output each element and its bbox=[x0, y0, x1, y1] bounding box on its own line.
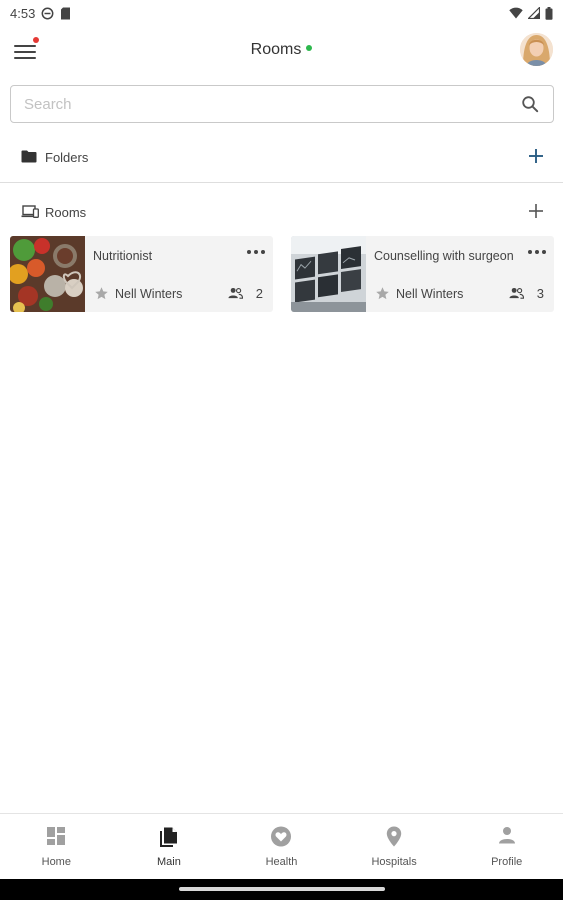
nav-item-home[interactable]: Home bbox=[0, 814, 113, 879]
nav-item-hospitals[interactable]: Hospitals bbox=[338, 814, 451, 879]
avatar[interactable] bbox=[520, 33, 553, 66]
room-thumbnail bbox=[10, 236, 85, 312]
room-owner: Nell Winters bbox=[396, 287, 464, 301]
room-title: Nutritionist bbox=[93, 249, 153, 263]
wifi-icon bbox=[509, 7, 523, 19]
nav-item-profile[interactable]: Profile bbox=[450, 814, 563, 879]
bottom-navigation: Home Main Health Hospitals Profile bbox=[0, 813, 563, 879]
room-card[interactable]: Nutritionist Nell Winters 2 bbox=[10, 236, 273, 312]
member-count: 3 bbox=[536, 286, 544, 301]
nav-label-profile: Profile bbox=[491, 856, 523, 868]
person-icon bbox=[498, 827, 515, 844]
nav-label-main: Main bbox=[156, 856, 181, 868]
dashboard-icon bbox=[47, 827, 66, 845]
avatar-image bbox=[520, 33, 553, 66]
room-card[interactable]: Counselling with surgeon Nell Winters 3 bbox=[291, 236, 554, 312]
more-options-icon[interactable] bbox=[526, 245, 548, 259]
nav-label-health: Health bbox=[265, 856, 298, 868]
room-thumbnail bbox=[291, 236, 366, 312]
star-icon[interactable] bbox=[375, 286, 390, 301]
folder-icon bbox=[21, 150, 37, 163]
folders-label: Folders bbox=[45, 150, 89, 165]
status-bar: 4:53 bbox=[0, 0, 563, 26]
room-title: Counselling with surgeon bbox=[374, 249, 514, 263]
dnd-icon bbox=[41, 7, 54, 19]
nav-label-home: Home bbox=[41, 856, 71, 868]
search-input[interactable] bbox=[11, 86, 491, 122]
rooms-label: Rooms bbox=[45, 205, 87, 220]
section-divider bbox=[0, 182, 563, 183]
nav-label-hospitals: Hospitals bbox=[371, 856, 417, 868]
star-icon[interactable] bbox=[94, 286, 109, 301]
member-count: 2 bbox=[255, 286, 263, 301]
rooms-section[interactable]: Rooms bbox=[0, 198, 563, 228]
page-title-wrap: Rooms bbox=[0, 41, 563, 59]
status-time: 4:53 bbox=[10, 5, 36, 21]
battery-icon bbox=[545, 6, 553, 20]
search-box bbox=[10, 85, 554, 123]
people-icon bbox=[509, 287, 524, 299]
people-icon bbox=[228, 287, 243, 299]
add-room-button[interactable] bbox=[525, 200, 547, 222]
page-title: Rooms bbox=[250, 41, 302, 58]
app-bar: Rooms bbox=[0, 30, 563, 72]
home-gesture-handle[interactable] bbox=[179, 887, 385, 891]
devices-icon bbox=[21, 205, 39, 218]
folders-section[interactable]: Folders bbox=[0, 143, 563, 173]
add-folder-button[interactable] bbox=[525, 145, 547, 167]
nav-item-health[interactable]: Health bbox=[225, 814, 338, 879]
sim-card-icon bbox=[61, 7, 71, 19]
heart-icon bbox=[271, 826, 292, 847]
system-navigation-bar bbox=[0, 879, 563, 900]
search-icon[interactable] bbox=[521, 95, 539, 113]
signal-icon bbox=[528, 7, 540, 19]
more-options-icon[interactable] bbox=[245, 245, 267, 259]
room-owner: Nell Winters bbox=[115, 287, 183, 301]
documents-icon bbox=[159, 827, 177, 847]
online-status-dot bbox=[306, 44, 313, 51]
nav-item-main[interactable]: Main bbox=[113, 814, 226, 879]
location-pin-icon bbox=[386, 826, 402, 847]
